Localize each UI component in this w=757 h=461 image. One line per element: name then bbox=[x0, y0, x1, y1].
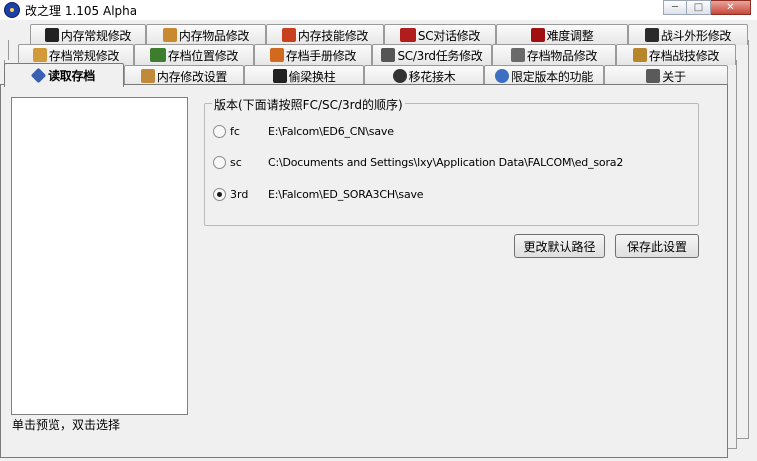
tab-save-items[interactable]: 存档物品修改 bbox=[492, 44, 616, 65]
save-file-list[interactable] bbox=[11, 97, 188, 415]
version-path: E:\Falcom\ED_SORA3CH\save bbox=[268, 187, 424, 201]
tab-swap[interactable]: 偷梁换柱 bbox=[244, 65, 364, 86]
difficulty-icon bbox=[530, 28, 545, 42]
version-label: fc bbox=[230, 124, 240, 138]
tab-load-save[interactable]: 读取存档 bbox=[4, 63, 124, 87]
tab-graft[interactable]: 移花接木 bbox=[364, 65, 484, 86]
location-icon bbox=[149, 48, 166, 62]
save-icon bbox=[32, 48, 47, 62]
tab-memory-settings[interactable]: 内存修改设置 bbox=[124, 65, 244, 86]
tab-sc-dialog[interactable]: SC对话修改 bbox=[384, 24, 496, 45]
window-title: 改之理 1.105 Alpha bbox=[25, 4, 138, 18]
quest-icon bbox=[381, 48, 396, 62]
swap-icon bbox=[272, 69, 287, 83]
battle-icon bbox=[644, 28, 659, 42]
tab-memory-general[interactable]: 内存常规修改 bbox=[30, 24, 146, 45]
sword-icon bbox=[510, 48, 525, 62]
tab-limited-edition[interactable]: 限定版本的功能 bbox=[484, 65, 604, 86]
version-option-fc[interactable]: fc E:\Falcom\ED6_CN\save bbox=[213, 123, 394, 139]
tab-memory-skills[interactable]: 内存技能修改 bbox=[266, 24, 384, 45]
settings-icon bbox=[140, 69, 155, 83]
close-button[interactable]: ✕ bbox=[711, 0, 751, 15]
version-option-sc[interactable]: sc C:\Documents and Settings\lxy\Applica… bbox=[213, 154, 623, 170]
title-bar: 改之理 1.105 Alpha ─ □ ✕ bbox=[0, 0, 757, 20]
minimize-button[interactable]: ─ bbox=[663, 0, 687, 15]
memory-icon bbox=[44, 28, 59, 42]
save-settings-button[interactable]: 保存此设置 bbox=[615, 234, 699, 258]
radio-sc[interactable] bbox=[213, 155, 226, 169]
tab-save-handbook[interactable]: 存档手册修改 bbox=[254, 44, 372, 65]
tab-save-general[interactable]: 存档常规修改 bbox=[18, 44, 134, 65]
version-group: 版本(下面请按照FC/SC/3rd的顺序) fc E:\Falcom\ED6_C… bbox=[204, 96, 699, 226]
limited-icon bbox=[495, 69, 510, 83]
version-label: sc bbox=[230, 155, 242, 169]
talk-icon bbox=[399, 28, 416, 42]
potion-icon bbox=[162, 28, 177, 42]
version-path: C:\Documents and Settings\lxy\Applicatio… bbox=[268, 155, 624, 169]
tab-difficulty[interactable]: 难度调整 bbox=[496, 24, 628, 45]
book-icon bbox=[269, 48, 284, 62]
tab-about[interactable]: 关于 bbox=[604, 65, 728, 86]
tab-save-location[interactable]: 存档位置修改 bbox=[134, 44, 254, 65]
load-save-page: 单击预览，双击选择 版本(下面请按照FC/SC/3rd的顺序) fc E:\Fa… bbox=[0, 84, 728, 458]
version-label: 3rd bbox=[230, 187, 249, 201]
tab-sc3rd-quests[interactable]: SC/3rd任务修改 bbox=[372, 44, 492, 65]
tab-save-crafts[interactable]: 存档战技修改 bbox=[616, 44, 736, 65]
app-icon bbox=[4, 2, 20, 18]
craft-icon bbox=[632, 48, 647, 62]
about-icon bbox=[646, 69, 661, 83]
graft-icon bbox=[392, 69, 407, 83]
radio-3rd[interactable] bbox=[213, 187, 226, 201]
load-icon bbox=[30, 67, 47, 84]
version-group-title: 版本(下面请按照FC/SC/3rd的顺序) bbox=[212, 96, 405, 113]
version-path: E:\Falcom\ED6_CN\save bbox=[268, 124, 394, 138]
tab-memory-items[interactable]: 内存物品修改 bbox=[146, 24, 266, 45]
tab-battle-appearance[interactable]: 战斗外形修改 bbox=[628, 24, 748, 45]
maximize-button[interactable]: □ bbox=[687, 0, 711, 15]
skill-icon bbox=[281, 28, 296, 42]
list-hint: 单击预览，双击选择 bbox=[12, 418, 121, 432]
version-option-3rd[interactable]: 3rd E:\Falcom\ED_SORA3CH\save bbox=[213, 186, 424, 202]
change-default-path-button[interactable]: 更改默认路径 bbox=[514, 234, 605, 258]
window-controls: ─ □ ✕ bbox=[663, 0, 751, 15]
radio-fc[interactable] bbox=[213, 124, 226, 138]
